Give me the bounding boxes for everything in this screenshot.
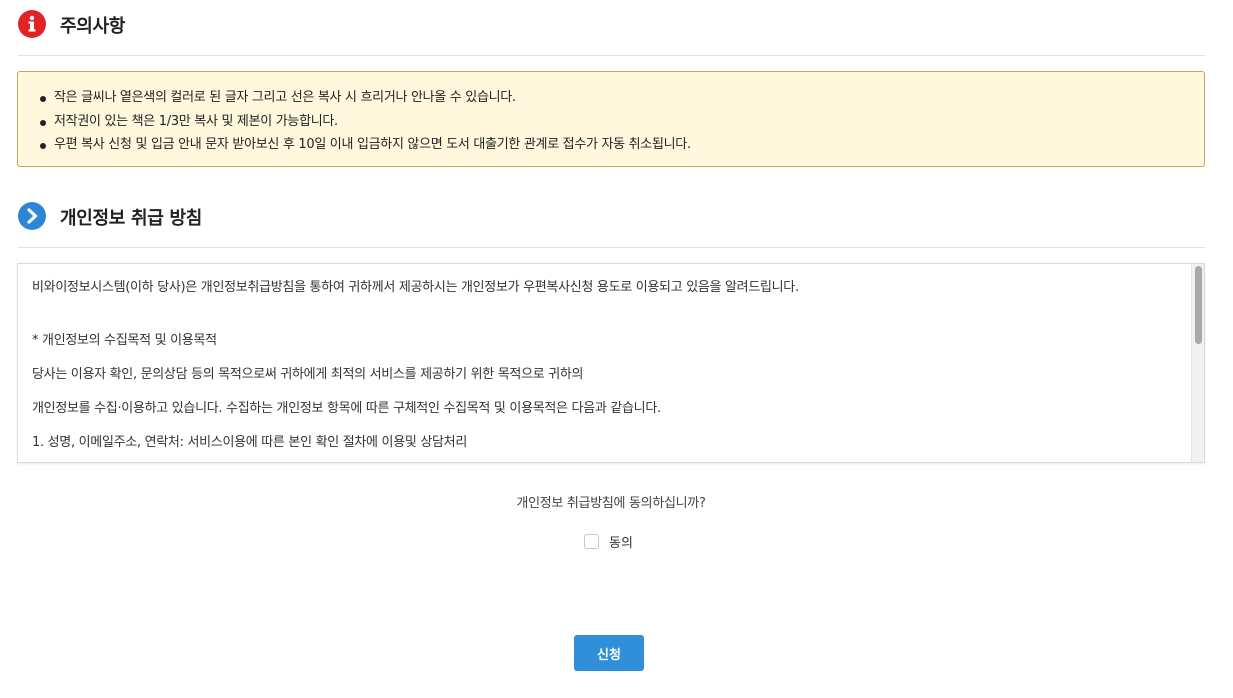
privacy-policy-textbox[interactable]: 비와이정보시스템(이하 당사)은 개인정보취급방침을 통하여 귀하께서 제공하시…	[17, 263, 1205, 463]
notice-list: 작은 글씨나 옅은색의 컬러로 된 글자 그리고 선은 복사 시 흐리거나 안나…	[38, 86, 1204, 157]
policy-line: 당사는 이용자 확인, 문의상담 등의 목적으로써 귀하에게 최적의 서비스를 …	[32, 367, 584, 382]
chevron-right-circle-icon	[18, 202, 46, 230]
privacy-title: 개인정보 취급 방침	[60, 208, 203, 229]
privacy-policy-content: 비와이정보시스템(이하 당사)은 개인정보취급방침을 통하여 귀하께서 제공하시…	[32, 278, 1174, 453]
notice-title: 주의사항	[60, 16, 126, 37]
notice-item: 우편 복사 신청 및 입금 안내 문자 받아보신 후 10일 이내 입금하지 않…	[38, 133, 1204, 157]
notice-header: 주의사항	[18, 0, 1205, 56]
policy-line: 개인정보를 수집·이용하고 있습니다. 수집하는 개인정보 항목에 따른 구체적…	[32, 401, 661, 416]
privacy-header: 개인정보 취급 방침	[18, 192, 1205, 248]
submit-button[interactable]: 신청	[574, 635, 644, 671]
agreement-question: 개인정보 취급방침에 동의하십니까?	[516, 496, 706, 511]
policy-line: 1. 성명, 이메일주소, 연락처: 서비스이용에 따른 본인 확인 절차에 이…	[32, 435, 467, 450]
notice-item: 저작권이 있는 책은 1/3만 복사 및 제본이 가능합니다.	[38, 110, 1204, 134]
scrollbar-track[interactable]	[1191, 264, 1204, 462]
agreement-row[interactable]: 동의	[584, 531, 633, 551]
agree-checkbox[interactable]	[584, 533, 599, 549]
scrollbar-thumb[interactable]	[1195, 266, 1202, 344]
policy-line: * 개인정보의 수집목적 및 이용목적	[32, 333, 217, 348]
agree-checkbox-label[interactable]: 동의	[609, 532, 633, 551]
notice-box: 작은 글씨나 옅은색의 컬러로 된 글자 그리고 선은 복사 시 흐리거나 안나…	[17, 71, 1205, 167]
notice-item: 작은 글씨나 옅은색의 컬러로 된 글자 그리고 선은 복사 시 흐리거나 안나…	[38, 86, 1204, 110]
policy-line: 비와이정보시스템(이하 당사)은 개인정보취급방침을 통하여 귀하께서 제공하시…	[32, 280, 799, 295]
info-icon	[18, 10, 46, 38]
